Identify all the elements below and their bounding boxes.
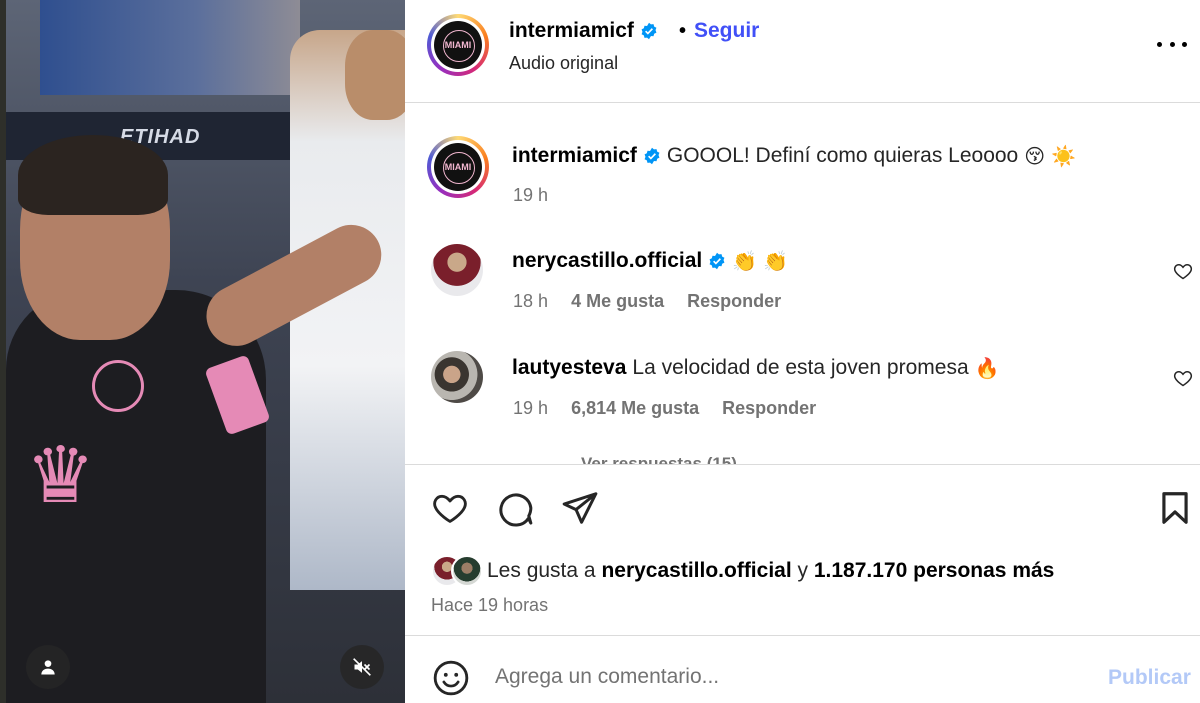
author-username[interactable]: intermiamicf <box>509 19 634 43</box>
caption-text-line: intermiamicf GOOOL! Definí como quieras … <box>512 144 1076 168</box>
comment-meta: 19 h 6,814 Me gusta Responder <box>513 398 834 419</box>
comment-username[interactable]: lautyesteva <box>512 356 626 380</box>
comment-meta: 18 h 4 Me gusta Responder <box>513 291 799 312</box>
clapping-hands-emoji: 👏 <box>732 249 758 273</box>
likes-connector: y <box>797 559 809 582</box>
sponsor-crown-logo: ♛ <box>25 431 96 519</box>
post-actions-section: Les gusta a nerycastillo.official y 1.18… <box>405 464 1200 636</box>
view-replies-link[interactable]: Ver respuestas (15) <box>581 454 737 464</box>
kissing-face-emoji: 😚 <box>1024 144 1046 168</box>
comment-like-heart-icon[interactable] <box>1173 261 1193 281</box>
verified-badge-icon <box>709 252 725 270</box>
comment-avatar[interactable] <box>431 351 483 403</box>
video-background-crowd <box>40 0 300 95</box>
inter-miami-logo-icon: MIAMI <box>433 20 482 69</box>
clapping-hands-emoji: 👏 <box>763 249 789 273</box>
video-player-hair <box>18 135 168 215</box>
heart-icon[interactable] <box>431 489 469 527</box>
likes-user[interactable]: nerycastillo.official <box>601 559 791 582</box>
more-options-button[interactable] <box>1157 34 1187 54</box>
caption-text: GOOOL! Definí como quieras Leoooo <box>666 144 1019 167</box>
liker-avatar <box>451 555 483 587</box>
video-player[interactable]: ETIHAD ♛ <box>0 0 405 703</box>
comment-time[interactable]: 19 h <box>513 398 548 418</box>
comment-text: La velocidad de esta joven promesa <box>632 356 969 379</box>
inter-miami-logo-icon: MIAMI <box>433 142 482 191</box>
caption-time[interactable]: 19 h <box>513 185 548 205</box>
follow-button[interactable]: Seguir <box>694 19 759 43</box>
likes-others[interactable]: 1.187.170 personas más <box>814 559 1055 582</box>
post-details-panel: MIAMI intermiamicf • Seguir Audio origin… <box>405 0 1200 703</box>
posted-time[interactable]: Hace 19 horas <box>431 595 548 616</box>
header-separator: • <box>679 20 687 42</box>
comment-likes[interactable]: 6,814 Me gusta <box>571 398 699 418</box>
comment-avatar[interactable] <box>431 244 483 296</box>
user-tag-button[interactable] <box>26 645 70 689</box>
user-tag-icon <box>41 660 55 675</box>
comment-likes[interactable]: 4 Me gusta <box>571 291 664 311</box>
caption-meta: 19 h <box>513 185 566 206</box>
instagram-post-modal: ETIHAD ♛ MIAMI intermiamicf • Seguir Aud… <box>0 0 1200 703</box>
likes-prefix: Les gusta a <box>487 559 596 582</box>
caption-username[interactable]: intermiamicf <box>512 144 637 168</box>
reply-button[interactable]: Responder <box>687 291 781 311</box>
comment-input[interactable] <box>495 657 1095 697</box>
comment-text-line: lautyesteva La velocidad de esta joven p… <box>512 356 1000 380</box>
more-dot-icon <box>1157 41 1162 47</box>
comment-username[interactable]: nerycastillo.official <box>512 249 702 273</box>
comment-composer: Publicar <box>405 637 1200 703</box>
likes-summary[interactable]: Les gusta a nerycastillo.official y 1.18… <box>431 555 1054 587</box>
fire-emoji: 🔥 <box>974 356 1000 380</box>
send-icon[interactable] <box>561 489 599 527</box>
verified-badge-icon <box>644 147 660 165</box>
mute-button[interactable] <box>340 645 384 689</box>
publish-button[interactable]: Publicar <box>1108 666 1191 690</box>
author-avatar[interactable]: MIAMI <box>427 14 489 76</box>
speaker-muted-icon <box>353 658 371 676</box>
comment-icon[interactable] <box>496 489 534 527</box>
caption-avatar[interactable]: MIAMI <box>427 136 489 198</box>
more-dot-icon <box>1182 41 1187 47</box>
comments-list[interactable]: MIAMI intermiamicf GOOOL! Definí como qu… <box>405 104 1200 464</box>
audio-label[interactable]: Audio original <box>509 53 618 74</box>
reply-button[interactable]: Responder <box>722 398 816 418</box>
comment-time[interactable]: 18 h <box>513 291 548 311</box>
video-fan-head <box>345 30 405 120</box>
sun-emoji: ☀️ <box>1051 144 1076 168</box>
bookmark-icon[interactable] <box>1156 489 1194 527</box>
likes-text: Les gusta a nerycastillo.official y 1.18… <box>487 559 1054 583</box>
verified-badge-icon <box>641 22 657 40</box>
comment-text-line: nerycastillo.official 👏 👏 <box>512 249 788 273</box>
comment-like-heart-icon[interactable] <box>1173 368 1193 388</box>
club-crest-on-shirt <box>92 360 144 412</box>
post-header: MIAMI intermiamicf • Seguir Audio origin… <box>405 0 1200 103</box>
author-username-group[interactable]: intermiamicf <box>509 19 658 43</box>
more-dot-icon <box>1169 41 1175 47</box>
emoji-picker-icon[interactable] <box>432 659 470 697</box>
